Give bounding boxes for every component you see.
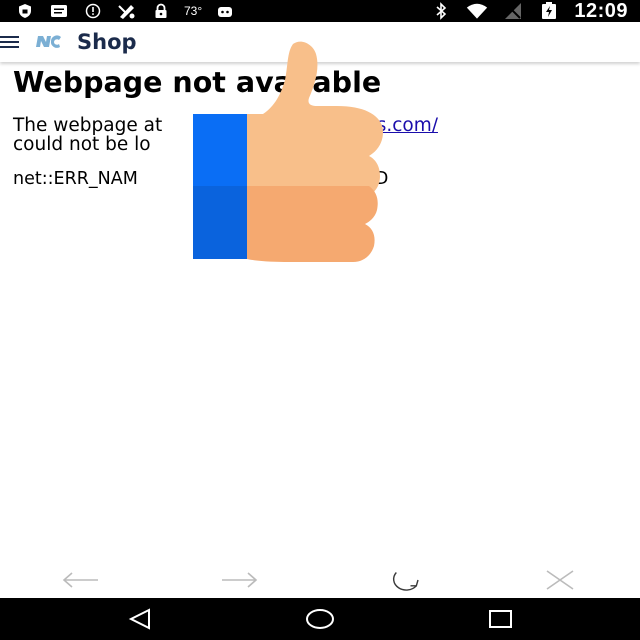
battery-charging-icon (538, 0, 560, 22)
bluetooth-icon (430, 0, 452, 22)
refresh-icon[interactable] (383, 564, 423, 596)
system-navigation-bar (0, 598, 640, 640)
hamburger-menu-icon[interactable] (0, 30, 22, 54)
android-icon (214, 0, 236, 22)
app-title: Shop (77, 30, 137, 54)
nc-logo-icon (34, 32, 62, 52)
clock-text: 12:09 (574, 0, 628, 22)
shield-icon (14, 0, 36, 22)
fantasy-icon (116, 0, 138, 22)
back-arrow-icon[interactable] (60, 564, 100, 596)
status-bar-right: 12:09 (430, 0, 628, 22)
wifi-icon (466, 0, 488, 22)
message-icon (48, 0, 70, 22)
error-message-suffix: could not be lo (13, 134, 151, 155)
no-signal-icon (502, 0, 524, 22)
do-not-disturb-icon (82, 0, 104, 22)
nav-home-icon[interactable] (300, 604, 340, 634)
nav-recents-icon[interactable] (480, 604, 520, 634)
status-bar: 73° 12:09 (0, 0, 640, 22)
error-code-prefix: net::ERR_NAM (13, 169, 138, 189)
error-message-prefix: The webpage at (13, 115, 163, 136)
browser-navigation-bar (0, 560, 640, 598)
lock-icon (150, 0, 172, 22)
forward-arrow-icon[interactable] (220, 564, 260, 596)
close-icon[interactable] (540, 564, 580, 596)
temperature-text: 73° (184, 4, 203, 18)
nav-back-icon[interactable] (120, 604, 160, 634)
thumbs-up-icon (193, 40, 393, 264)
status-bar-left: 73° (14, 0, 236, 22)
